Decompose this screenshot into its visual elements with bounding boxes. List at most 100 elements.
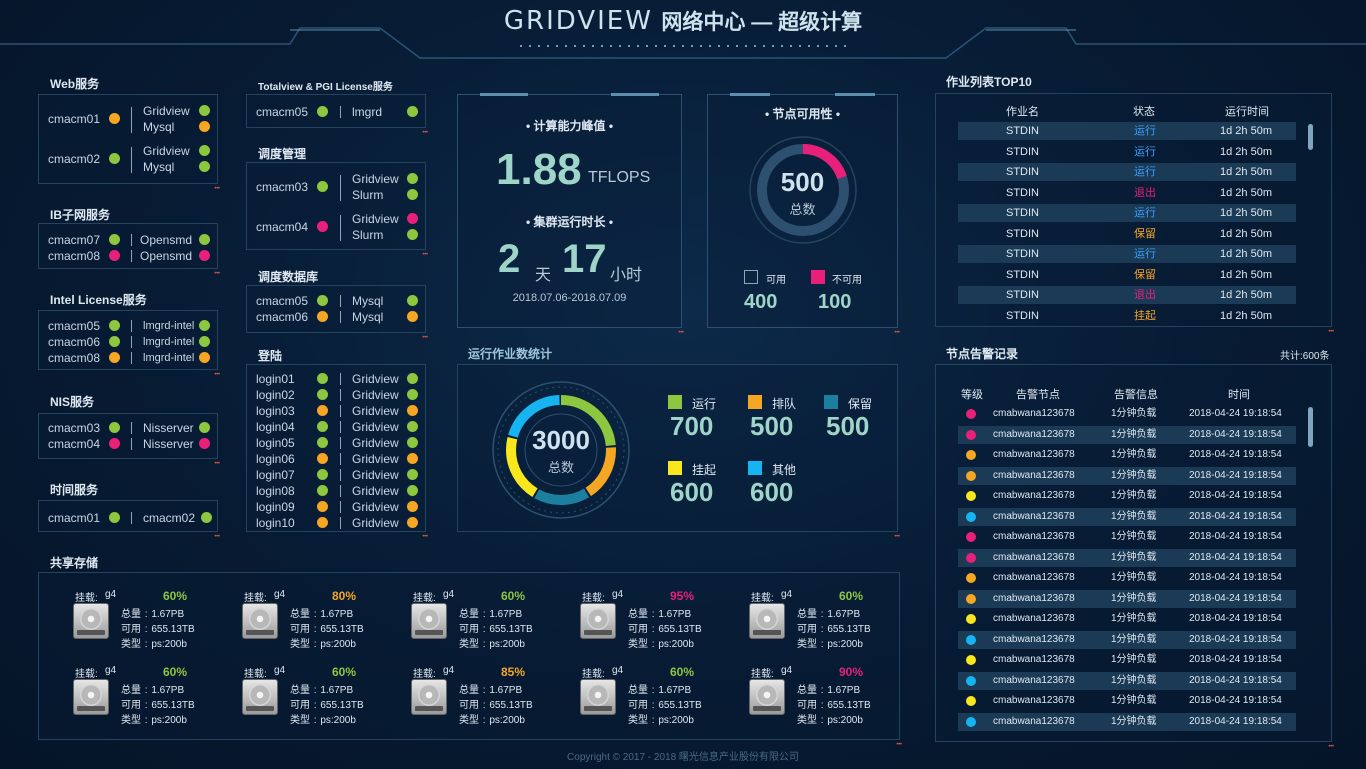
node-name: login07 bbox=[256, 468, 295, 482]
login-title: 登陆 bbox=[258, 349, 283, 363]
jobs-legend-label: 挂起 bbox=[692, 463, 717, 477]
storage-type-value: ps:200b bbox=[320, 715, 356, 726]
login-row: login10 Gridview bbox=[247, 515, 425, 531]
availability-total-label: 总数 bbox=[789, 202, 816, 217]
table-row[interactable]: cmabwana123678 1分钟负载 2018-04-24 19:18:54 bbox=[958, 528, 1296, 546]
storage-type-line: 类型 : ps:200b bbox=[459, 711, 525, 726]
job-status: 保留 bbox=[1134, 268, 1156, 281]
nis-rows: cmacm03 Nisserver cmacm04 Nisserver bbox=[39, 414, 217, 458]
top10-scrollbar[interactable] bbox=[1308, 124, 1313, 150]
table-row[interactable]: STDIN 运行 1d 2h 50m bbox=[958, 163, 1296, 181]
node-name: login05 bbox=[256, 436, 295, 450]
table-row[interactable]: STDIN 运行 1d 2h 50m bbox=[958, 122, 1296, 140]
storage-item[interactable]: 挂载: g4 60% 总量 : 1.67PB 可用 : 655.13TB 类型 : ps:… bbox=[242, 663, 392, 733]
alert-level-dot bbox=[966, 450, 976, 460]
row-separator bbox=[340, 295, 341, 307]
time-rows: cmacm01 cmacm02 bbox=[39, 501, 217, 531]
table-row[interactable]: cmabwana123678 1分钟负载 2018-04-24 19:18:54 bbox=[958, 487, 1296, 505]
storage-type-value: ps:200b bbox=[320, 639, 356, 650]
storage-item[interactable]: 挂载: g4 60% 总量 : 1.67PB 可用 : 655.13TB 类型 : ps:… bbox=[73, 587, 223, 657]
alert-level-dot bbox=[966, 511, 976, 522]
storage-item[interactable]: 挂载: g4 60% 总量 : 1.67PB 可用 : 655.13TB 类型 : ps:… bbox=[749, 587, 899, 657]
job-runtime: 1d 2h 50m bbox=[1220, 227, 1272, 240]
alert-info: 1分钟负载 bbox=[1111, 654, 1157, 665]
table-row[interactable]: cmabwana123678 1分钟负载 2018-04-24 19:18:54 bbox=[958, 671, 1296, 690]
node-status-dot bbox=[317, 421, 328, 432]
table-row[interactable]: cmabwana123678 1分钟负载 2018-04-24 19:18:54 bbox=[958, 692, 1296, 710]
storage-avail-sep: : bbox=[480, 624, 489, 635]
service-status-dot bbox=[199, 250, 210, 261]
storage-item[interactable]: 挂载: g4 60% 总量 : 1.67PB 可用 : 655.13TB 类型 : ps:… bbox=[580, 663, 730, 733]
storage-type-label: 类型 bbox=[121, 639, 141, 650]
job-name: STDIN bbox=[1006, 227, 1039, 240]
table-row[interactable]: cmabwana123678 1分钟负载 2018-04-24 19:18:54 bbox=[958, 548, 1296, 567]
mount-value: g4 bbox=[105, 665, 117, 676]
table-row[interactable]: cmabwana123678 1分钟负载 2018-04-24 19:18:54 bbox=[958, 630, 1296, 649]
alert-info: 1分钟负载 bbox=[1111, 408, 1157, 419]
table-row[interactable]: STDIN 运行 1d 2h 50m bbox=[958, 204, 1296, 222]
storage-total-line: 总量 : 1.67PB bbox=[290, 605, 353, 620]
db-title: 调度数据库 bbox=[258, 270, 319, 284]
storage-total-sep: : bbox=[142, 609, 151, 620]
storage-total-label: 总量 bbox=[459, 685, 479, 696]
table-row[interactable]: STDIN 运行 1d 2h 50m bbox=[958, 245, 1296, 263]
table-row[interactable]: STDIN 运行 1d 2h 50m bbox=[958, 143, 1296, 161]
storage-avail-label: 可用 bbox=[290, 624, 310, 635]
storage-type-sep: : bbox=[480, 639, 489, 650]
storage-total-line: 总量 : 1.67PB bbox=[797, 605, 860, 620]
table-row[interactable]: STDIN 保留 1d 2h 50m bbox=[958, 266, 1296, 284]
storage-total-value: 1.67PB bbox=[658, 685, 692, 696]
top10-title: 作业列表TOP10 bbox=[946, 75, 1032, 89]
service-name: Gridview bbox=[352, 404, 399, 418]
table-row[interactable]: cmabwana123678 1分钟负载 2018-04-24 19:18:54 bbox=[958, 712, 1296, 731]
table-row[interactable]: STDIN 退出 1d 2h 50m bbox=[958, 286, 1296, 304]
row-separator bbox=[340, 517, 341, 529]
service-name: Gridview bbox=[352, 468, 399, 482]
storage-item[interactable]: 挂载: g4 90% 总量 : 1.67PB 可用 : 655.13TB 类型 : ps:… bbox=[749, 663, 899, 733]
alert-node: cmabwana123678 bbox=[993, 715, 1075, 727]
table-row[interactable]: STDIN 挂起 1d 2h 50m bbox=[958, 307, 1296, 325]
storage-avail-line: 可用 : 655.13TB bbox=[628, 696, 702, 711]
mount-value: g4 bbox=[781, 589, 793, 600]
table-row[interactable]: cmabwana123678 1分钟负载 2018-04-24 19:18:54 bbox=[958, 446, 1296, 464]
available-legend-swatch bbox=[744, 270, 758, 284]
table-row[interactable]: cmabwana123678 1分钟负载 2018-04-24 19:18:54 bbox=[958, 507, 1296, 526]
storage-avail-line: 可用 : 655.13TB bbox=[797, 620, 871, 635]
storage-total-line: 总量 : 1.67PB bbox=[121, 605, 184, 620]
storage-avail-line: 可用 : 655.13TB bbox=[628, 620, 702, 635]
alert-time: 2018-04-24 19:18:54 bbox=[1189, 531, 1282, 542]
storage-total-sep: : bbox=[818, 609, 827, 620]
storage-item[interactable]: 挂载: g4 60% 总量 : 1.67PB 可用 : 655.13TB 类型 : ps:… bbox=[411, 587, 561, 657]
node-status-dot bbox=[317, 389, 328, 400]
storage-item[interactable]: 挂载: g4 95% 总量 : 1.67PB 可用 : 655.13TB 类型 : ps:… bbox=[580, 587, 730, 657]
table-row[interactable]: cmabwana123678 1分钟负载 2018-04-24 19:18:54 bbox=[958, 569, 1296, 587]
node-name: cmacm05 bbox=[256, 294, 309, 308]
storage-item[interactable]: 挂载: g4 80% 总量 : 1.67PB 可用 : 655.13TB 类型 : ps:… bbox=[242, 587, 392, 657]
storage-avail-label: 可用 bbox=[290, 700, 310, 711]
storage-total-sep: : bbox=[480, 609, 489, 620]
table-row[interactable]: cmabwana123678 1分钟负载 2018-04-24 19:18:54 bbox=[958, 466, 1296, 485]
node-name: login08 bbox=[256, 484, 295, 498]
alerts-scrollbar[interactable] bbox=[1308, 407, 1313, 447]
table-row[interactable]: cmabwana123678 1分钟负载 2018-04-24 19:18:54 bbox=[958, 425, 1296, 444]
storage-type-sep: : bbox=[311, 639, 320, 650]
table-row[interactable]: STDIN 保留 1d 2h 50m bbox=[958, 225, 1296, 243]
top10-header-time: 运行时间 bbox=[1225, 106, 1269, 118]
node-name: login10 bbox=[256, 516, 295, 530]
service-name: Nisserver bbox=[143, 421, 194, 435]
storage-avail-value: 655.13TB bbox=[320, 700, 364, 711]
table-row[interactable]: cmabwana123678 1分钟负载 2018-04-24 19:18:54 bbox=[958, 589, 1296, 608]
compute-title: • 计算能力峰值 • bbox=[525, 119, 614, 133]
top10-panel: 作业名 状态 运行时间 STDIN 运行 1d 2h 50m STDIN 运行 1d 2h… bbox=[935, 93, 1333, 335]
storage-item[interactable]: 挂载: g4 60% 总量 : 1.67PB 可用 : 655.13TB 类型 : ps:… bbox=[73, 663, 223, 733]
storage-avail-sep: : bbox=[480, 700, 489, 711]
table-row[interactable]: cmabwana123678 1分钟负载 2018-04-24 19:18:54 bbox=[958, 610, 1296, 628]
table-row[interactable]: STDIN 退出 1d 2h 50m bbox=[958, 184, 1296, 202]
table-row[interactable]: cmabwana123678 1分钟负载 2018-04-24 19:18:54 bbox=[958, 405, 1296, 423]
service-name: Mysql bbox=[143, 120, 175, 134]
storage-item[interactable]: 挂载: g4 85% 总量 : 1.67PB 可用 : 655.13TB 类型 : ps:… bbox=[411, 663, 561, 733]
node-status-dot bbox=[109, 438, 120, 449]
service-status-dot bbox=[407, 469, 418, 480]
table-row[interactable]: cmabwana123678 1分钟负载 2018-04-24 19:18:54 bbox=[958, 651, 1296, 669]
mount-value: g4 bbox=[274, 589, 286, 600]
